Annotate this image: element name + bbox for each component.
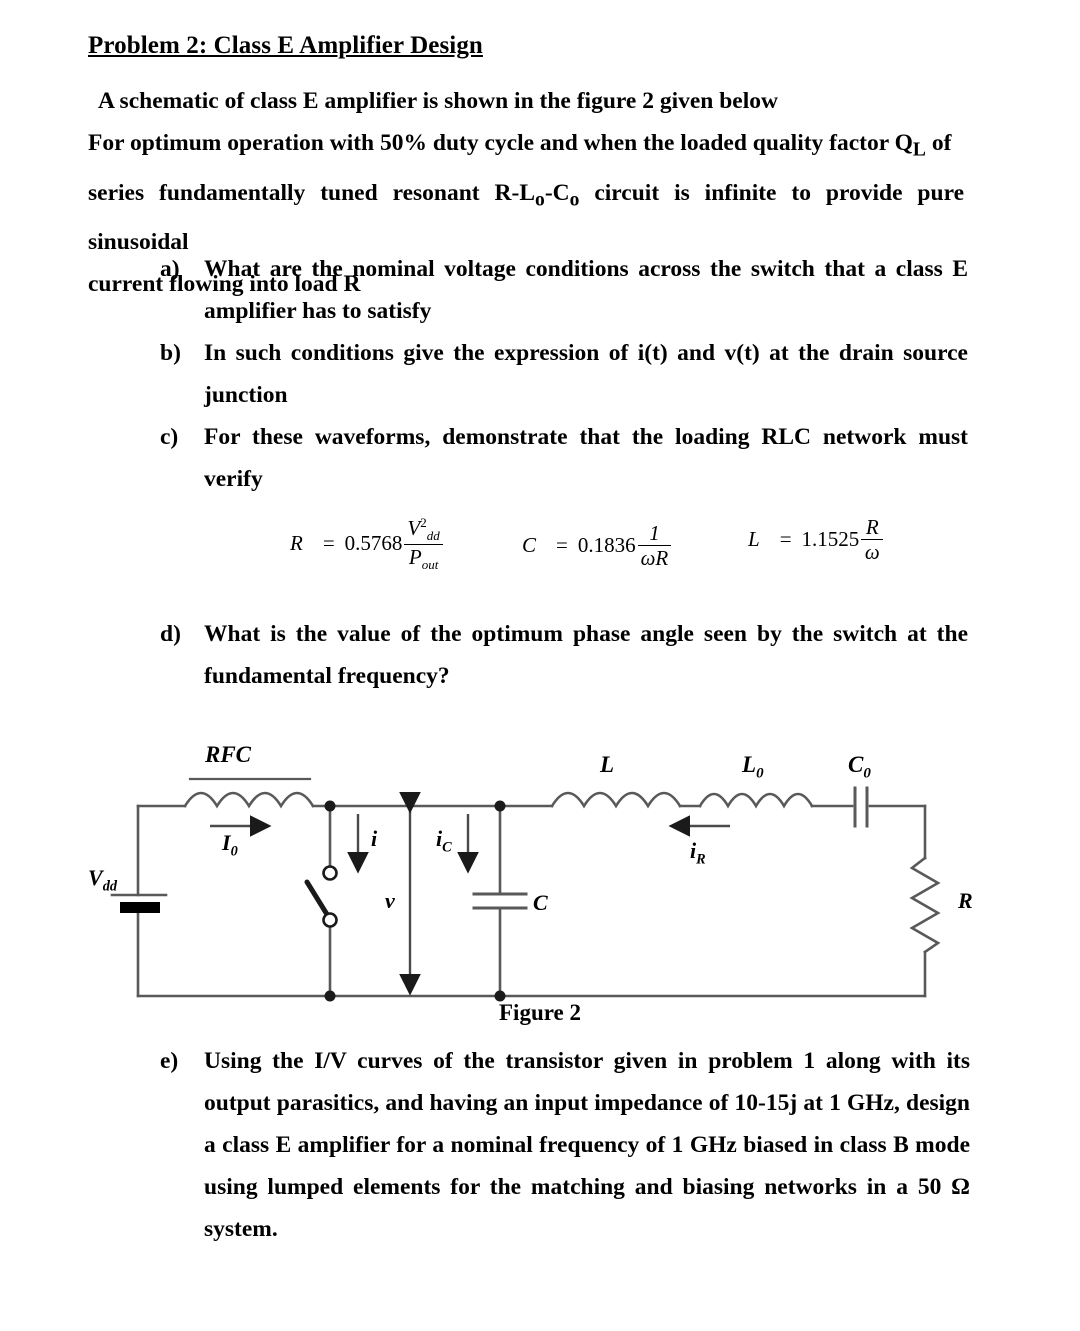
label-i0: I0 [222,830,238,860]
question-list-abc: a) What are the nominal voltage conditio… [160,248,968,500]
label-vdd: Vdd [88,865,117,895]
l0-inductor-coil [698,792,814,809]
formula-capacitance: C = 0.1836 1 ωR [522,521,672,571]
question-marker-b: b) [160,340,181,366]
switch-terminal-upper [322,865,338,881]
question-item-c: c) For these waveforms, demonstrate that… [160,416,968,500]
formula-c-denominator: ωR [640,546,669,571]
formula-l-numerator: R [865,515,879,539]
label-i-switch: i [371,826,378,851]
intro-line-3a: series fundamentally tuned resonant R-L [88,179,536,206]
question-list-e: e) Using the I/V curves of the transisto… [160,1040,970,1250]
question-text-b: In such conditions give the expression o… [204,340,968,408]
label-r: R [958,888,973,913]
label-ir: iR [690,838,706,868]
label-c: C [533,890,548,915]
resistor-r-zigzag [909,856,941,954]
label-l: L [600,752,615,777]
question-text-e: Using the I/V curves of the transistor g… [204,1048,970,1242]
circuit-schematic [110,777,941,1002]
formula-r-coefficient: 0.5768 [344,531,403,556]
junction-dot-switch-top [324,800,336,812]
formula-c-numerator: 1 [649,521,660,545]
formula-l-coefficient: 1.1525 [801,527,860,552]
formula-l-denominator: ω [864,540,880,565]
formula-l-equals: = [779,527,792,552]
formula-r-denominator: Pout [408,544,439,573]
question-marker-a: a) [160,256,180,282]
formula-c-lhs: C [522,533,537,558]
label-l0: L0 [742,752,764,782]
junction-dot-c-top [494,800,506,812]
intro-line-3b: -C [544,179,570,206]
formula-c-fraction: 1 ωR [637,521,672,571]
question-item-a: a) What are the nominal voltage conditio… [160,248,968,332]
formula-r-fraction: V2dd Pout [404,515,443,573]
battery-plate-thick [120,902,160,913]
current-arrows [210,792,730,996]
question-text-c: For these waveforms, demonstrate that th… [204,424,968,492]
document-page: Problem 2: Class E Amplifier Design A sc… [0,0,1080,1331]
label-c0: C0 [848,752,871,782]
formula-c-coefficient: 0.1836 [577,533,636,558]
question-marker-c: c) [160,424,179,450]
question-text-a: What are the nominal voltage conditions … [204,256,968,324]
label-v-node: v [385,888,395,913]
rfc-inductor-coil [183,791,315,809]
formula-l-lhs: L [748,527,760,552]
switch-terminals [322,865,338,928]
question-marker-d: d) [160,621,181,647]
l-inductor-coil [550,791,682,809]
formula-inductance: L = 1.1525 R ω [748,515,884,565]
formula-r-lhs: R [290,531,303,556]
formula-r-numerator: V2dd [407,515,440,544]
formula-c-equals: = [556,533,568,558]
question-item-b: b) In such conditions give the expressio… [160,332,968,416]
intro-line-2-end: of [925,130,952,156]
intro-line-1: A schematic of class E amplifier is show… [98,88,778,114]
ql-subscript: L [912,139,926,161]
formula-resistance: R = 0.5768 V2dd Pout [290,516,443,572]
switch-terminal-lower [322,912,338,928]
question-item-d: d) What is the value of the optimum phas… [160,613,968,697]
formula-row: R = 0.5768 V2dd Pout C = 0.1836 1 ωR L =… [290,508,990,582]
formula-l-fraction: R ω [861,515,884,565]
question-text-d: What is the value of the optimum phase a… [204,621,968,689]
junction-dots [324,800,506,1002]
question-item-e: e) Using the I/V curves of the transisto… [160,1040,970,1250]
intro-line-2: For optimum operation with 50% duty cycl… [88,130,913,156]
question-marker-e: e) [160,1048,179,1074]
page-title: Problem 2: Class E Amplifier Design [88,32,483,59]
label-ic: iC [436,826,452,856]
formula-r-equals: = [322,531,335,556]
co-subscript: o [569,189,580,211]
label-rfc: RFC [205,742,252,767]
lo-subscript: o [535,189,545,211]
question-list-d: d) What is the value of the optimum phas… [160,613,968,697]
switch-blade [304,879,331,919]
figure-caption: Figure 2 [499,1000,581,1025]
